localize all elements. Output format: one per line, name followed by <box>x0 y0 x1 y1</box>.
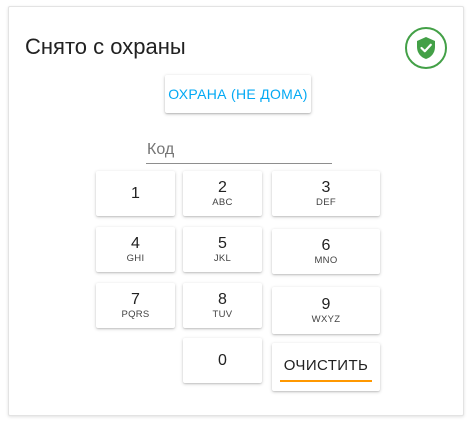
clear-button-underline <box>280 380 372 382</box>
clear-button-label: ОЧИСТИТЬ <box>283 357 369 374</box>
keypad-key-5[interactable]: 5 JKL <box>183 227 262 272</box>
key-digit: 7 <box>131 290 140 308</box>
key-digit: 1 <box>131 184 140 202</box>
code-input[interactable] <box>146 137 332 163</box>
keypad-key-6[interactable]: 6 MNO <box>272 229 380 274</box>
keypad-key-0[interactable]: 0 <box>183 338 262 383</box>
keypad-key-8[interactable]: 8 TUV <box>183 283 262 328</box>
key-digit: 6 <box>321 236 331 254</box>
key-letters: PQRS <box>121 308 150 320</box>
key-letters: MNO <box>314 254 338 266</box>
key-digit: 2 <box>218 178 227 196</box>
clear-button[interactable]: ОЧИСТИТЬ <box>272 343 380 391</box>
shield-check-icon-glyph <box>417 37 435 59</box>
alarm-panel-card: Снято с охраны ОХРАНА (НЕ ДОМА) 1 2 ABC … <box>8 6 464 416</box>
arm-away-button[interactable]: ОХРАНА (НЕ ДОМА) <box>165 75 311 113</box>
keypad-key-2[interactable]: 2 ABC <box>183 171 262 216</box>
key-letters: JKL <box>213 252 232 264</box>
key-digit: 5 <box>218 234 227 252</box>
key-digit: 8 <box>218 290 227 308</box>
key-letters: TUV <box>212 308 233 320</box>
keypad-key-9[interactable]: 9 WXYZ <box>272 287 380 334</box>
key-digit: 0 <box>218 351 227 369</box>
key-digit: 9 <box>321 295 331 313</box>
panel-title: Снято с охраны <box>25 34 186 59</box>
key-letters: DEF <box>316 196 336 208</box>
key-digit: 4 <box>131 234 140 252</box>
keypad-key-4[interactable]: 4 GHI <box>96 227 175 272</box>
keypad-key-7[interactable]: 7 PQRS <box>96 283 175 328</box>
key-letters: GHI <box>126 252 145 264</box>
key-digit: 3 <box>321 178 331 196</box>
key-letters: ABC <box>212 196 233 208</box>
keypad-key-1[interactable]: 1 <box>96 171 175 216</box>
key-letters: WXYZ <box>311 313 341 325</box>
keypad-key-3[interactable]: 3 DEF <box>272 171 380 216</box>
code-field[interactable] <box>146 137 332 164</box>
shield-check-icon <box>405 27 447 69</box>
